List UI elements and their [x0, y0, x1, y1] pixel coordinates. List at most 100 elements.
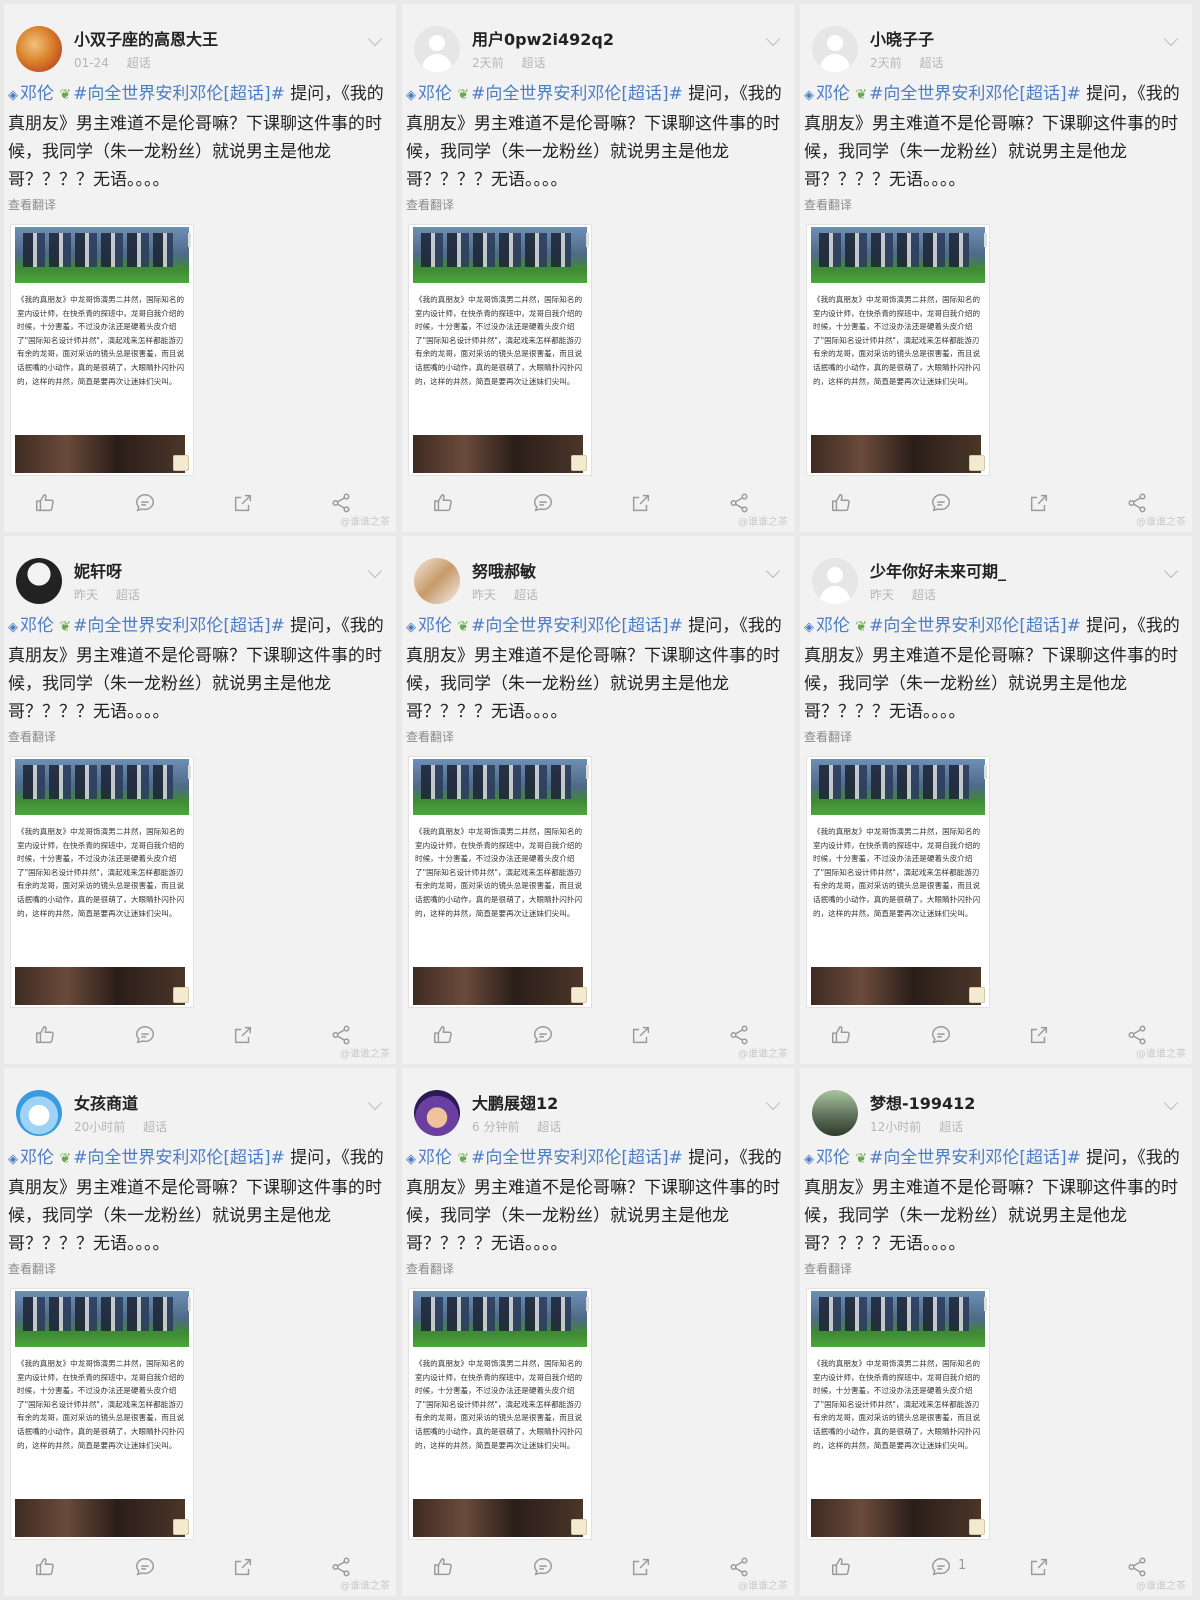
topic-link[interactable]: #向全世界安利邓伦[超话]#	[471, 616, 683, 636]
translate-link[interactable]: 查看翻译	[8, 1260, 56, 1277]
topic-link[interactable]: #向全世界安利邓伦[超话]#	[73, 84, 285, 104]
comment-button[interactable]	[130, 488, 160, 518]
post-source[interactable]: 超话	[514, 588, 538, 602]
translate-link[interactable]: 查看翻译	[406, 1260, 454, 1277]
repost-button[interactable]	[626, 1552, 656, 1582]
username[interactable]: 小双子座的高恩大王	[74, 26, 218, 50]
post-image[interactable]: 《我的真朋友》中龙哥饰演男二井然，国际知名的室内设计师，在快杀青的探班中，龙哥自…	[408, 756, 592, 1008]
repost-button[interactable]	[626, 1020, 656, 1050]
comment-button[interactable]	[528, 1020, 558, 1050]
post-image[interactable]: 《我的真朋友》中龙哥饰演男二井然，国际知名的室内设计师，在快杀青的探班中，龙哥自…	[10, 224, 194, 476]
post-source[interactable]: 超话	[939, 1120, 963, 1134]
comment-icon	[534, 1558, 552, 1576]
post-image[interactable]: 《我的真朋友》中龙哥饰演男二井然，国际知名的室内设计师，在快杀青的探班中，龙哥自…	[408, 1288, 592, 1540]
chevron-down-icon[interactable]	[1163, 1095, 1179, 1111]
photo-avatar[interactable]	[414, 558, 460, 604]
post-source[interactable]: 超话	[116, 588, 140, 602]
topic-link[interactable]: #向全世界安利邓伦[超话]#	[869, 84, 1081, 104]
repost-button[interactable]	[1024, 1020, 1054, 1050]
comment-button[interactable]	[528, 1552, 558, 1582]
chevron-down-icon[interactable]	[1163, 563, 1179, 579]
translate-link[interactable]: 查看翻译	[804, 728, 852, 745]
post-source[interactable]: 超话	[143, 1120, 167, 1134]
photo-avatar[interactable]	[414, 1090, 460, 1136]
post-image[interactable]: 《我的真朋友》中龙哥饰演男二井然，国际知名的室内设计师，在快杀青的探班中，龙哥自…	[10, 756, 194, 1008]
comment-button[interactable]	[130, 1020, 160, 1050]
mention-link[interactable]: 邓伦	[816, 84, 850, 104]
chevron-down-icon[interactable]	[765, 563, 781, 579]
comment-button[interactable]	[926, 1020, 956, 1050]
username[interactable]: 用户0pw2i492q2	[472, 26, 614, 50]
mention-link[interactable]: 邓伦	[418, 616, 452, 636]
like-button[interactable]	[428, 1020, 458, 1050]
repost-button[interactable]	[1024, 1552, 1054, 1582]
like-button[interactable]	[826, 1552, 856, 1582]
translate-link[interactable]: 查看翻译	[8, 728, 56, 745]
post-image[interactable]: 《我的真朋友》中龙哥饰演男二井然，国际知名的室内设计师，在快杀青的探班中，龙哥自…	[10, 1288, 194, 1540]
topic-link[interactable]: #向全世界安利邓伦[超话]#	[869, 1148, 1081, 1168]
translate-link[interactable]: 查看翻译	[8, 196, 56, 213]
repost-button[interactable]	[1024, 488, 1054, 518]
chevron-down-icon[interactable]	[367, 31, 383, 47]
like-button[interactable]	[428, 488, 458, 518]
like-button[interactable]	[30, 1020, 60, 1050]
post-source[interactable]: 超话	[127, 56, 151, 70]
photo-avatar[interactable]	[16, 1090, 62, 1136]
mention-link[interactable]: 邓伦	[20, 1148, 54, 1168]
default-avatar[interactable]	[812, 26, 858, 72]
chevron-down-icon[interactable]	[765, 31, 781, 47]
like-button[interactable]	[30, 1552, 60, 1582]
chevron-down-icon[interactable]	[1163, 31, 1179, 47]
translate-link[interactable]: 查看翻译	[804, 1260, 852, 1277]
photo-avatar[interactable]	[812, 1090, 858, 1136]
username[interactable]: 女孩商道	[74, 1090, 138, 1114]
repost-button[interactable]	[228, 1020, 258, 1050]
post-source[interactable]: 超话	[537, 1120, 561, 1134]
topic-link[interactable]: #向全世界安利邓伦[超话]#	[73, 616, 285, 636]
mention-link[interactable]: 邓伦	[418, 1148, 452, 1168]
comment-button[interactable]	[130, 1552, 160, 1582]
username[interactable]: 少年你好未来可期_	[870, 558, 1006, 582]
chevron-down-icon[interactable]	[765, 1095, 781, 1111]
chevron-down-icon[interactable]	[367, 1095, 383, 1111]
like-button[interactable]	[826, 488, 856, 518]
post-image[interactable]: 《我的真朋友》中龙哥饰演男二井然，国际知名的室内设计师，在快杀青的探班中，龙哥自…	[806, 224, 990, 476]
topic-link[interactable]: #向全世界安利邓伦[超话]#	[73, 1148, 285, 1168]
translate-link[interactable]: 查看翻译	[406, 728, 454, 745]
chevron-down-icon[interactable]	[367, 563, 383, 579]
post-source[interactable]: 超话	[919, 56, 943, 70]
mention-link[interactable]: 邓伦	[816, 1148, 850, 1168]
mention-link[interactable]: 邓伦	[20, 616, 54, 636]
topic-link[interactable]: #向全世界安利邓伦[超话]#	[471, 84, 683, 104]
username[interactable]: 妮轩呀	[74, 558, 122, 582]
mention-link[interactable]: 邓伦	[20, 84, 54, 104]
username[interactable]: 努哦郝敏	[472, 558, 536, 582]
translate-link[interactable]: 查看翻译	[406, 196, 454, 213]
comment-button[interactable]	[926, 488, 956, 518]
topic-link[interactable]: #向全世界安利邓伦[超话]#	[869, 616, 1081, 636]
repost-button[interactable]	[626, 488, 656, 518]
like-button[interactable]	[428, 1552, 458, 1582]
repost-button[interactable]	[228, 488, 258, 518]
mention-link[interactable]: 邓伦	[418, 84, 452, 104]
username[interactable]: 梦想-199412	[870, 1090, 975, 1114]
username[interactable]: 小晓子子	[870, 26, 934, 50]
post-source[interactable]: 超话	[521, 56, 545, 70]
comment-button[interactable]	[528, 488, 558, 518]
post-image[interactable]: 《我的真朋友》中龙哥饰演男二井然，国际知名的室内设计师，在快杀青的探班中，龙哥自…	[806, 1288, 990, 1540]
topic-link[interactable]: #向全世界安利邓伦[超话]#	[471, 1148, 683, 1168]
repost-button[interactable]	[228, 1552, 258, 1582]
default-avatar[interactable]	[414, 26, 460, 72]
like-button[interactable]	[826, 1020, 856, 1050]
comment-button[interactable]: 1	[926, 1552, 966, 1582]
photo-avatar[interactable]	[16, 558, 62, 604]
post-image[interactable]: 《我的真朋友》中龙哥饰演男二井然，国际知名的室内设计师，在快杀青的探班中，龙哥自…	[806, 756, 990, 1008]
photo-avatar[interactable]	[16, 26, 62, 72]
username[interactable]: 大鹏展翅12	[472, 1090, 558, 1114]
post-source[interactable]: 超话	[912, 588, 936, 602]
like-button[interactable]	[30, 488, 60, 518]
translate-link[interactable]: 查看翻译	[804, 196, 852, 213]
default-avatar[interactable]	[812, 558, 858, 604]
post-image[interactable]: 《我的真朋友》中龙哥饰演男二井然，国际知名的室内设计师，在快杀青的探班中，龙哥自…	[408, 224, 592, 476]
mention-link[interactable]: 邓伦	[816, 616, 850, 636]
